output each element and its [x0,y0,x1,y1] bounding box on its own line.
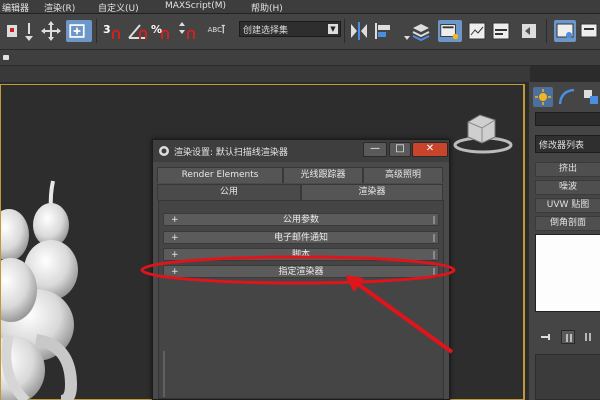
ribbon-strip [0,50,600,66]
rollout-email-notifications[interactable]: + 电子邮件通知 [163,231,439,244]
tab-render-elements[interactable]: Render Elements [157,167,283,183]
curve-icon[interactable] [557,87,577,107]
menu-item-rendering[interactable]: 渲染(R) [44,1,75,14]
menu-item-maxscript[interactable]: MAXScript(M) [165,1,226,11]
gourd-model [1,180,78,400]
hierarchy-icon[interactable] [581,87,600,107]
tab-advanced-lighting[interactable]: 高级照明 [363,167,443,183]
rollout-common-parameters[interactable]: + 公用参数 [163,213,439,226]
dialog-title: 渲染设置: 默认扫描线渲染器 [174,148,288,158]
modifier-button-noise[interactable]: 噪波 [535,180,600,195]
render-iterative-icon[interactable] [578,20,600,42]
main-toolbar: 3 % ABC 创建选择集 ▼ [0,14,600,50]
minimize-button[interactable]: — [363,142,387,157]
ribbon-toggle-icon[interactable] [3,55,9,60]
rollout-label: 脚本 [291,250,310,260]
layer-icon[interactable] [410,20,432,42]
align-dropdown-icon[interactable] [396,20,410,42]
rollout-assign-renderer[interactable]: + 指定渲染器 [163,265,439,278]
dialog-body: + 公用参数 + 电子邮件通知 + 脚本 + 指定渲染器 [158,200,444,399]
align-icon[interactable] [372,20,394,42]
tab-common[interactable]: 公用 [157,184,301,200]
scroll-track[interactable] [163,351,165,397]
viewport-label-strip [0,66,530,82]
maximize-button[interactable]: □ [389,142,411,157]
modifier-stack-view[interactable] [535,234,600,312]
rollout-scripts[interactable]: + 脚本 [163,248,439,261]
object-name-field[interactable] [535,112,600,126]
parameters-rollout [535,354,600,400]
menu-item-help[interactable]: 帮助(H) [251,1,283,14]
render-setup-icon[interactable] [438,20,462,42]
teapot-icon [158,145,170,157]
modifier-button-uvw-map[interactable]: UVW 贴图 [535,198,600,213]
select-and-manipulate-icon[interactable] [66,20,92,42]
close-button[interactable]: ✕ [412,142,448,157]
grip-icon [433,268,435,276]
viewcube-icon[interactable] [453,114,513,154]
grip-icon [433,251,435,259]
make-unique-icon[interactable] [583,330,597,344]
edit-named-selection-icon[interactable]: ABC [206,20,234,42]
mirror-icon[interactable] [348,20,370,42]
dropdown-arrow-icon[interactable] [18,20,33,42]
show-end-result-icon[interactable] [561,330,575,344]
tab-raytracer[interactable]: 光线跟踪器 [283,167,363,183]
modifier-list-dropdown[interactable]: 修改器列表 [535,135,600,153]
pin-stack-icon[interactable] [539,330,553,344]
render-production-icon[interactable] [490,20,512,42]
grip-icon [433,234,435,242]
angle-snap-icon[interactable] [126,20,148,42]
render-setup-dialog: 渲染设置: 默认扫描线渲染器 — □ ✕ Render Elements 光线跟… [152,139,450,400]
tab-renderer[interactable]: 渲染器 [301,184,443,200]
named-selection-dropdown[interactable]: 创建选择集 ▼ [239,21,341,37]
command-panel: 修改器列表 挤出 噪波 UVW 贴图 倒角剖面 [528,82,600,400]
render-active-shade-icon[interactable] [554,20,576,42]
sun-icon[interactable] [533,87,553,107]
named-selection-value: 创建选择集 [243,26,289,36]
percent-snap-icon[interactable]: % [150,20,172,42]
rendered-frame-icon[interactable] [466,20,488,42]
chevron-down-icon: ▼ [328,24,338,34]
rollout-label: 指定渲染器 [278,267,324,277]
render-icon[interactable] [518,20,540,42]
modifier-button-bevel-profile[interactable]: 倒角剖面 [535,216,600,231]
menu-bar: 编辑器 渲染(R) 自定义(U) MAXScript(M) 帮助(H) [0,0,600,14]
tab-row-1: Render Elements 光线跟踪器 高级照明 [153,167,449,184]
tab-row-2: 公用 渲染器 [153,184,449,201]
grip-icon [433,216,435,224]
stack-toolbar [535,328,600,348]
snap-toggle-icon[interactable]: 3 [102,20,124,42]
svg-text:ABC: ABC [208,25,223,34]
menu-item-editors[interactable]: 编辑器 [2,1,29,14]
modifier-button-extrude[interactable]: 挤出 [535,162,600,177]
dialog-title-bar[interactable]: 渲染设置: 默认扫描线渲染器 — □ ✕ [153,140,449,162]
select-tool-icon[interactable] [2,20,17,42]
menu-item-customize[interactable]: 自定义(U) [98,1,139,14]
spinner-snap-icon[interactable] [176,20,198,42]
rollout-label: 公用参数 [282,215,319,225]
rollout-label: 电子邮件通知 [273,233,328,243]
transform-gizmo-icon[interactable] [40,20,62,42]
